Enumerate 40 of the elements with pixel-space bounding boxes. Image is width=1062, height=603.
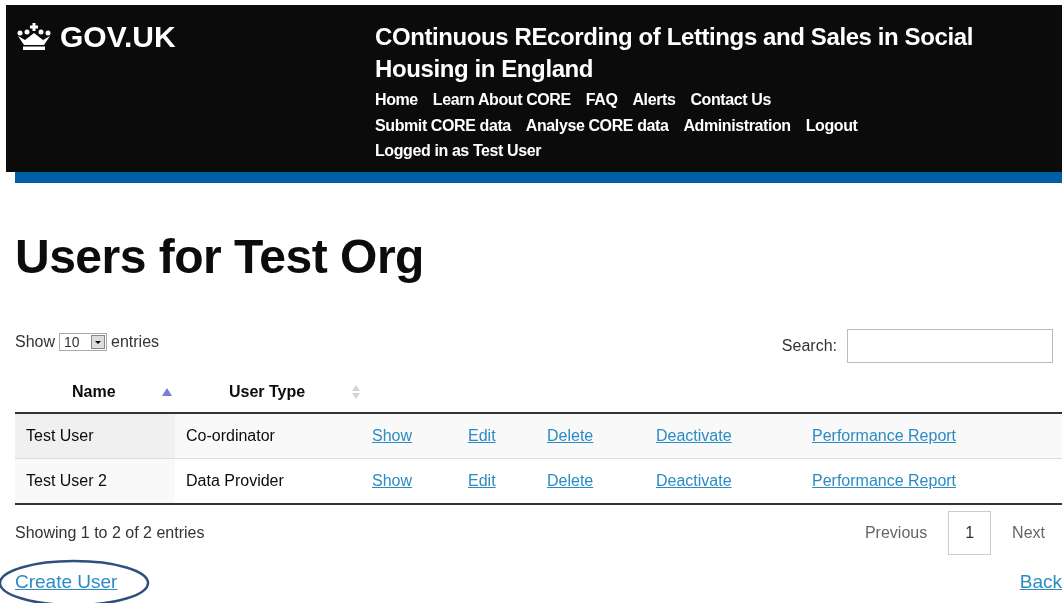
nav-link[interactable]: Analyse CORE data [525,113,669,139]
action-link[interactable]: Deactivate [656,472,732,490]
action-link[interactable]: Show [372,427,413,445]
sort-ascending-icon[interactable] [162,387,172,396]
sort-both-icon[interactable] [352,383,360,400]
entries-select[interactable]: 10 [59,333,108,351]
page-heading: Users for Test Org [15,229,425,285]
action-link[interactable]: Performance Report [812,472,957,490]
action-link[interactable]: Edit [468,472,496,490]
nav-link[interactable]: Learn About CORE [432,87,571,113]
nav-link[interactable]: Logout [805,113,858,139]
table-cell: Data Provider [186,472,284,490]
action-link[interactable]: Performance Report [812,427,957,445]
nav-link[interactable]: Submit CORE data [375,113,511,139]
logged-in-text: Logged in as Test User [375,141,543,161]
action-link[interactable]: Show [372,472,413,490]
pagination-button[interactable]: 1 [948,511,992,555]
table-cell: Co-ordinator [186,427,275,445]
back-link[interactable]: Back [1019,571,1062,593]
nav-link[interactable]: Contact Us [690,87,771,113]
nav-link[interactable]: Home [375,87,418,113]
action-link[interactable]: Delete [547,427,594,445]
crown-icon [16,23,52,51]
action-link[interactable]: Delete [547,472,594,490]
table-cell: Test User [26,427,94,445]
logo-text[interactable]: GOV.UK [60,19,176,55]
table-info-text: Showing 1 to 2 of 2 entries [15,524,205,542]
table-cell: Test User 2 [26,472,107,490]
action-link[interactable]: Deactivate [656,427,732,445]
search-field[interactable] [847,329,1053,363]
service-title: COntinuous REcording of Lettings and Sales in Social Housing in England [375,22,974,84]
nav-link[interactable]: Alerts [632,87,676,113]
action-link[interactable]: Edit [468,427,496,445]
column-header[interactable]: User Type [229,382,306,401]
nav-link[interactable]: FAQ [585,87,618,113]
show-label: Show [15,333,56,351]
search-label: Search: [781,337,837,355]
entries-label: entries [111,333,160,351]
column-header[interactable]: Name [72,382,116,401]
nav-link[interactable]: Administration [683,113,791,139]
